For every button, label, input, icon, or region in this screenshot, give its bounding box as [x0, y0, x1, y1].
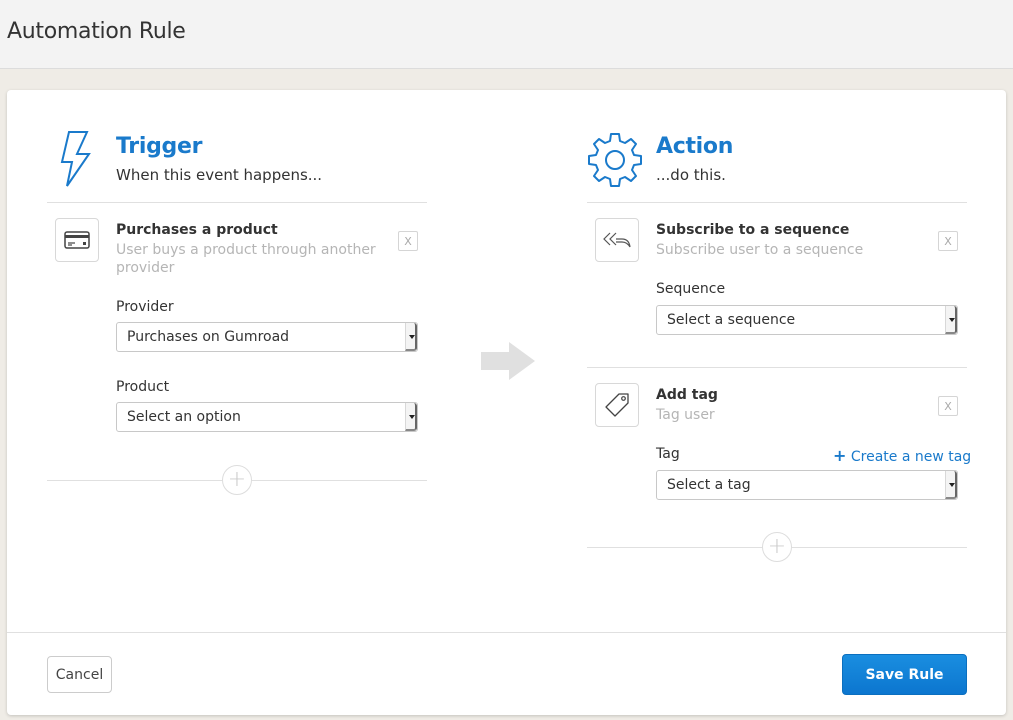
sequence-item-icon-box — [595, 218, 639, 262]
tag-item-title: Add tag — [656, 387, 718, 403]
tag-item-icon-box — [595, 383, 639, 427]
chevron-down-icon — [405, 403, 417, 431]
remove-sequence-action-button[interactable]: X — [938, 231, 958, 251]
sequence-select[interactable]: Select a sequence — [656, 305, 958, 335]
page-header: Automation Rule — [0, 0, 1013, 69]
tag-select[interactable]: Select a tag — [656, 470, 958, 500]
page-title: Automation Rule — [7, 19, 186, 44]
tag-icon — [605, 393, 629, 417]
provider-select[interactable]: Purchases on Gumroad — [116, 322, 418, 352]
tag-label: Tag — [656, 446, 680, 462]
sequence-label: Sequence — [656, 281, 726, 297]
trigger-title: Trigger — [116, 134, 203, 159]
action-divider — [587, 202, 967, 203]
trigger-subtitle: When this event happens... — [116, 166, 323, 184]
trigger-divider — [47, 202, 427, 203]
trigger-item-title: Purchases a product — [116, 222, 278, 238]
save-rule-button[interactable]: Save Rule — [842, 654, 967, 695]
provider-label: Provider — [116, 299, 174, 315]
arrow-right-icon — [481, 342, 535, 380]
lightning-icon — [60, 131, 91, 187]
action-subtitle: ...do this. — [656, 166, 726, 184]
credit-card-icon — [64, 231, 90, 249]
action-item-divider — [587, 367, 967, 368]
remove-trigger-button[interactable]: X — [398, 231, 418, 251]
product-select[interactable]: Select an option — [116, 402, 418, 432]
tag-select-value: Select a tag — [667, 477, 751, 493]
remove-tag-action-button[interactable]: X — [938, 396, 958, 416]
sequence-select-value: Select a sequence — [667, 312, 796, 328]
gear-icon — [588, 133, 642, 187]
action-title: Action — [656, 134, 734, 159]
chevron-down-icon — [945, 306, 957, 334]
cancel-button[interactable]: Cancel — [47, 656, 112, 693]
reply-all-icon — [603, 232, 631, 248]
create-new-tag-link[interactable]: + Create a new tag — [833, 446, 971, 465]
product-label: Product — [116, 379, 170, 395]
add-action-button[interactable]: + — [762, 532, 792, 562]
footer-divider — [7, 632, 1006, 633]
sequence-item-title: Subscribe to a sequence — [656, 222, 850, 238]
add-trigger-button[interactable]: + — [222, 465, 252, 495]
rule-card: Trigger When this event happens... Purch… — [7, 90, 1006, 715]
trigger-item-icon-box — [55, 218, 99, 262]
chevron-down-icon — [945, 471, 957, 499]
create-new-tag-label: Create a new tag — [846, 449, 972, 465]
tag-item-description: Tag user — [656, 407, 715, 423]
sequence-item-description: Subscribe user to a sequence — [656, 242, 864, 258]
chevron-down-icon — [405, 323, 417, 351]
product-select-value: Select an option — [127, 409, 241, 425]
provider-select-value: Purchases on Gumroad — [127, 329, 290, 345]
trigger-item-description: User buys a product through another prov… — [116, 242, 376, 276]
plus-icon: + — [833, 446, 847, 465]
